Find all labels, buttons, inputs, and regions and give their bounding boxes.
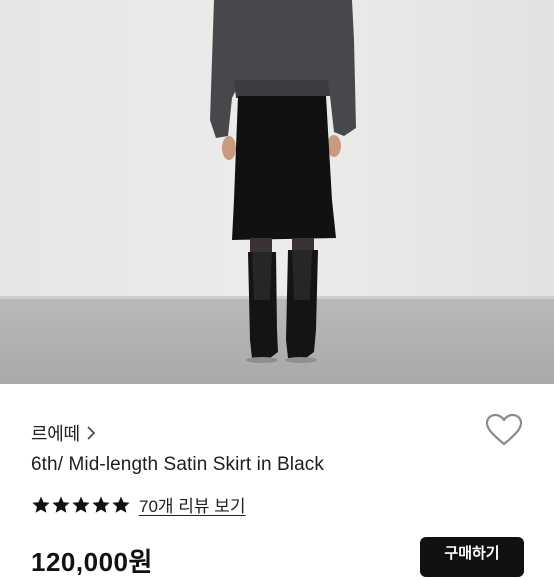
star-icon bbox=[71, 495, 91, 515]
star-icon bbox=[51, 495, 71, 515]
star-icon bbox=[91, 495, 111, 515]
product-info: 르에떼 6th/ Mid-length Satin Skirt in Black… bbox=[0, 384, 554, 577]
star-icon bbox=[31, 495, 51, 515]
star-icon bbox=[111, 495, 131, 515]
rating-row: 70개 리뷰 보기 bbox=[31, 492, 246, 517]
product-price: 120,000원 bbox=[31, 547, 153, 577]
wishlist-button[interactable] bbox=[484, 413, 524, 452]
brand-name[interactable]: 르에떼 bbox=[31, 420, 80, 446]
heart-outline-icon bbox=[485, 413, 523, 452]
product-photo[interactable] bbox=[0, 0, 554, 384]
product-title: 6th/ Mid-length Satin Skirt in Black bbox=[31, 454, 324, 475]
rating-stars bbox=[31, 495, 131, 515]
chevron-right-icon bbox=[86, 426, 96, 440]
view-reviews-link[interactable]: 70개 리뷰 보기 bbox=[139, 492, 246, 517]
brand-link[interactable]: 르에떼 bbox=[31, 420, 96, 446]
buy-button[interactable]: 구매하기 bbox=[420, 537, 524, 577]
